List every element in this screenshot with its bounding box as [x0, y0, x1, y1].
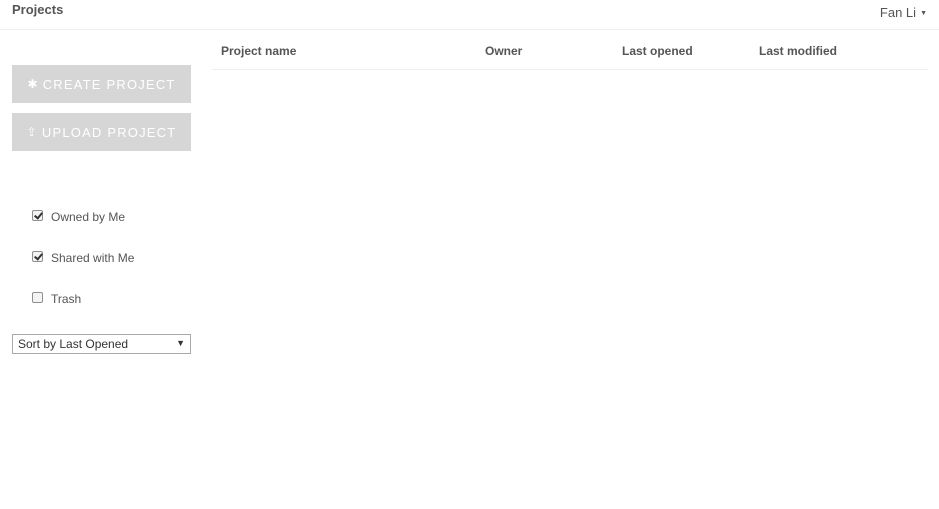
column-header-project-name[interactable]: Project name — [221, 44, 296, 58]
dropdown-arrow-icon: ▼ — [176, 338, 185, 348]
column-header-owner[interactable]: Owner — [485, 44, 522, 58]
project-table-header: Project name Owner Last opened Last modi… — [212, 33, 928, 70]
column-header-last-opened[interactable]: Last opened — [622, 44, 693, 58]
trash-checkbox[interactable] — [32, 291, 43, 303]
sort-select[interactable]: Sort by Last Opened ▼ — [12, 334, 191, 354]
shared-with-me-checkbox[interactable] — [32, 250, 43, 262]
asterisk-icon: ✱ — [27, 77, 39, 91]
page-title: Projects — [12, 2, 64, 17]
sidebar: ✱ CREATE PROJECT ⇪ UPLOAD PROJECT — [12, 65, 191, 161]
top-bar: Projects Fan Li ▼ — [0, 0, 939, 30]
upload-project-button[interactable]: ⇪ UPLOAD PROJECT — [12, 113, 191, 151]
filter-label: Shared with Me — [51, 251, 135, 265]
user-menu[interactable]: Fan Li ▼ — [880, 5, 927, 20]
filter-shared-with-me[interactable]: Shared with Me — [32, 250, 135, 265]
caret-down-icon: ▼ — [920, 9, 927, 17]
create-project-button[interactable]: ✱ CREATE PROJECT — [12, 65, 191, 103]
user-name: Fan Li — [879, 5, 917, 20]
create-project-label: CREATE PROJECT — [42, 76, 176, 92]
upload-project-label: UPLOAD PROJECT — [41, 124, 177, 140]
upload-icon: ⇪ — [26, 125, 38, 139]
filter-trash[interactable]: Trash — [32, 291, 82, 306]
owned-by-me-checkbox[interactable] — [32, 209, 43, 221]
filter-label: Trash — [51, 292, 82, 306]
filter-owned-by-me[interactable]: Owned by Me — [32, 209, 126, 224]
column-header-last-modified[interactable]: Last modified — [759, 44, 837, 58]
sort-selected-value: Sort by Last Opened — [18, 337, 129, 351]
filter-label: Owned by Me — [51, 210, 126, 224]
